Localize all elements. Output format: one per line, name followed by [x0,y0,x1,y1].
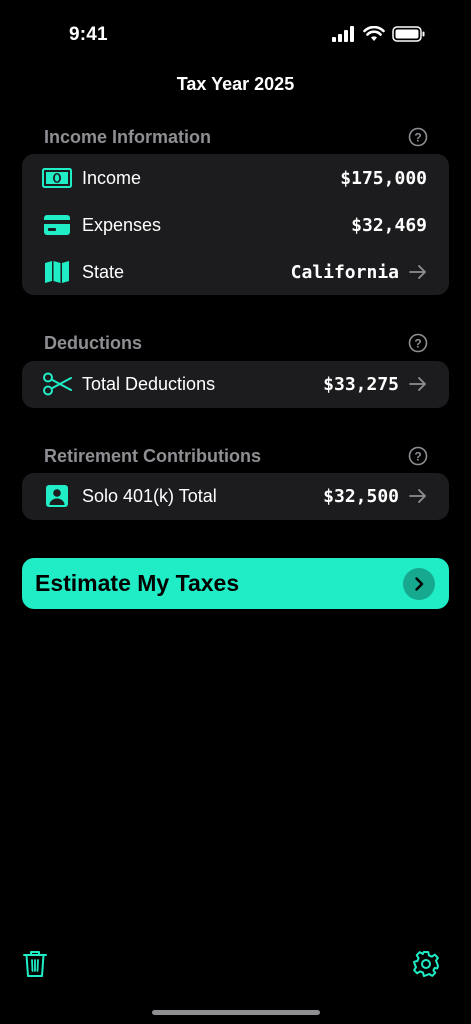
status-icons [332,26,426,42]
help-icon[interactable]: ? [408,446,428,466]
total-deductions-value-group: $33,275 [323,374,427,395]
credit-card-icon [42,213,72,237]
status-time: 9:41 [69,24,108,45]
estimate-taxes-label: Estimate My Taxes [35,570,240,596]
income-section-header: Income Information ? [44,125,428,149]
svg-text:?: ? [414,131,421,145]
wifi-icon [363,26,385,41]
state-label: State [82,261,125,282]
chevron-right-icon [403,567,435,600]
page-title: Tax Year 2025 [176,74,295,94]
income-value: $175,000 [340,167,427,189]
state-value-group: California [291,262,427,283]
estimate-taxes-button[interactable]: Estimate My Taxes [22,558,449,609]
arrow-right-icon [409,265,426,279]
solo-401k-label: Solo 401(k) Total [82,485,217,506]
home-indicator [152,1010,320,1015]
signal-icon [332,26,354,42]
trash-icon[interactable] [22,950,48,978]
map-icon [42,260,72,284]
expenses-value: $32,469 [351,214,427,236]
svg-text:?: ? [414,337,421,351]
status-bar: 9:41 [0,0,471,70]
income-label: Income [82,167,142,188]
total-deductions-row[interactable]: Total Deductions $33,275 [22,362,449,406]
income-section-title: Income Information [44,126,212,147]
svg-text:?: ? [414,450,421,464]
state-value: California [290,261,399,283]
retirement-section-title: Retirement Contributions [44,445,262,466]
retirement-section-header: Retirement Contributions ? [44,444,428,468]
battery-icon [392,26,425,42]
cash-icon [42,166,72,190]
deductions-card: Total Deductions $33,275 [22,361,449,408]
state-row[interactable]: State California [22,250,449,294]
retirement-card: Solo 401(k) Total $32,500 [22,473,449,520]
help-icon[interactable]: ? [408,127,428,147]
solo-401k-row[interactable]: Solo 401(k) Total $32,500 [22,474,449,518]
solo-401k-value: $32,500 [323,485,399,507]
arrow-right-icon [409,377,426,391]
income-row[interactable]: Income $175,000 [22,156,449,200]
total-deductions-value: $33,275 [323,373,399,395]
deductions-section-header: Deductions ? [44,331,428,355]
expenses-label: Expenses [82,214,162,235]
person-badge-icon [42,484,72,508]
arrow-right-icon [409,489,426,503]
total-deductions-label: Total Deductions [82,373,216,394]
deductions-section-title: Deductions [44,332,143,353]
gear-icon[interactable] [412,950,440,978]
solo-401k-value-group: $32,500 [323,486,427,507]
income-card: Income $175,000 Expenses $32,469 State C… [22,154,449,295]
help-icon[interactable]: ? [408,333,428,353]
scissors-icon [42,372,72,396]
expenses-row[interactable]: Expenses $32,469 [22,203,449,247]
